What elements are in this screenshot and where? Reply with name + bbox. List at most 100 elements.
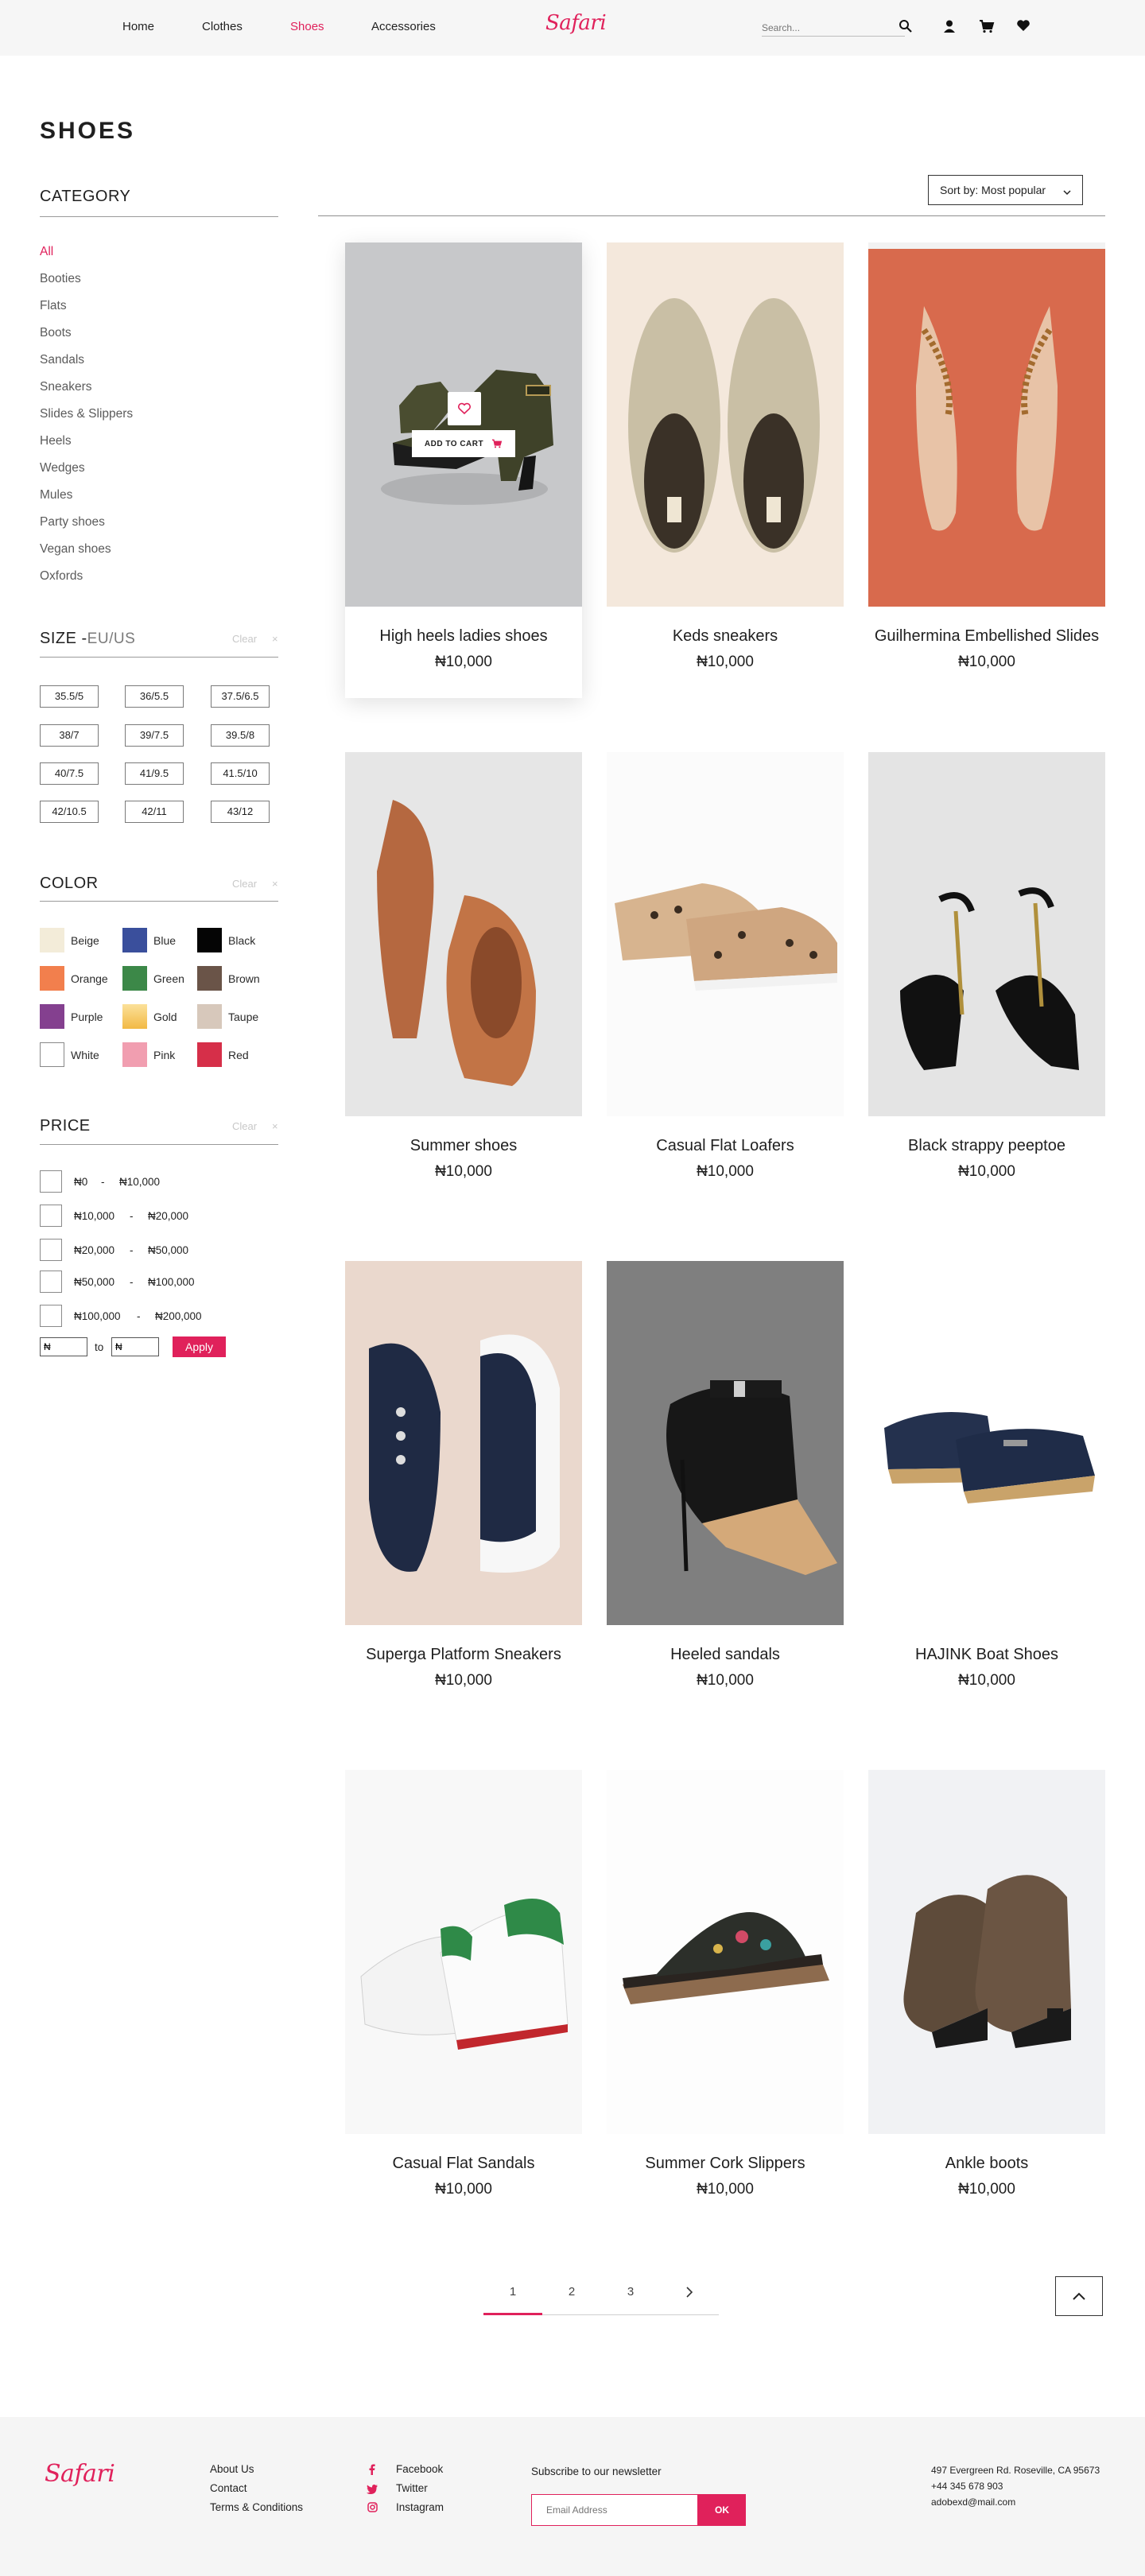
price-clear-button[interactable]: Clear	[232, 1120, 257, 1132]
sort-dropdown[interactable]: Sort by: Most popular	[928, 175, 1083, 205]
footer-link-terms[interactable]: Terms & Conditions	[210, 2501, 303, 2513]
product-card[interactable]: Keds sneakers ₦10,000	[607, 242, 844, 671]
footer-twitter-link[interactable]: Twitter	[396, 2482, 428, 2494]
footer-facebook-link[interactable]: Facebook	[396, 2463, 443, 2475]
product-image[interactable]	[607, 1770, 844, 2134]
price-range-checkbox[interactable]	[40, 1170, 62, 1193]
add-to-wishlist-button[interactable]	[448, 392, 481, 425]
product-name[interactable]: Summer Cork Slippers	[607, 2155, 844, 2173]
color-swatch-orange[interactable]	[40, 966, 64, 991]
size-option[interactable]: 41/9.5	[125, 762, 184, 785]
color-swatch-black[interactable]	[197, 928, 222, 952]
category-item-party-shoes[interactable]: Party shoes	[40, 509, 133, 536]
color-swatch-taupe[interactable]	[197, 1004, 222, 1029]
next-page-button[interactable]	[660, 2275, 719, 2315]
product-name[interactable]: Casual Flat Sandals	[345, 2155, 582, 2173]
product-name[interactable]: Heeled sandals	[607, 1646, 844, 1664]
size-option[interactable]: 39/7.5	[125, 724, 184, 747]
user-icon[interactable]	[942, 19, 958, 35]
product-name[interactable]: Black strappy peeptoe	[868, 1137, 1105, 1155]
size-clear-button[interactable]: Clear	[232, 633, 257, 645]
product-name[interactable]: Casual Flat Loafers	[607, 1137, 844, 1155]
size-close-icon[interactable]: ×	[272, 633, 278, 645]
cart-icon[interactable]	[979, 19, 995, 35]
color-swatch-white[interactable]	[40, 1042, 64, 1067]
footer-link-contact[interactable]: Contact	[210, 2482, 247, 2494]
product-card[interactable]: Summer Cork Slippers ₦10,000	[607, 1770, 844, 2198]
price-range-checkbox[interactable]	[40, 1271, 62, 1293]
color-swatch-brown[interactable]	[197, 966, 222, 991]
color-swatch-gold[interactable]	[122, 1004, 147, 1029]
product-card[interactable]: Guilhermina Embellished Slides ₦10,000	[868, 242, 1105, 671]
size-option[interactable]: 42/10.5	[40, 801, 99, 823]
price-range-checkbox[interactable]	[40, 1205, 62, 1227]
footer-instagram-link[interactable]: Instagram	[396, 2501, 444, 2513]
size-option[interactable]: 36/5.5	[125, 685, 184, 708]
footer-email[interactable]: adobexd@mail.com	[931, 2496, 1015, 2508]
size-option[interactable]: 39.5/8	[211, 724, 270, 747]
site-logo[interactable]: Safari	[545, 11, 607, 35]
size-option[interactable]: 40/7.5	[40, 762, 99, 785]
product-card[interactable]: Ankle boots ₦10,000	[868, 1770, 1105, 2198]
facebook-icon[interactable]	[368, 2464, 376, 2479]
product-image[interactable]	[607, 242, 844, 607]
product-image[interactable]	[607, 1261, 844, 1625]
product-name[interactable]: Guilhermina Embellished Slides	[868, 627, 1105, 646]
product-name[interactable]: Summer shoes	[345, 1137, 582, 1155]
page-3-button[interactable]: 3	[601, 2275, 660, 2315]
color-swatch-blue[interactable]	[122, 928, 147, 952]
size-option[interactable]: 37.5/6.5	[211, 685, 270, 708]
product-image[interactable]	[345, 1770, 582, 2134]
product-card[interactable]: ADD TO CART High heels ladies shoes ₦10,…	[345, 242, 582, 698]
add-to-cart-button[interactable]: ADD TO CART	[412, 430, 515, 457]
price-close-icon[interactable]: ×	[272, 1120, 278, 1132]
product-image[interactable]	[868, 1770, 1105, 2134]
category-item-vegan-shoes[interactable]: Vegan shoes	[40, 536, 133, 563]
price-min-input[interactable]	[40, 1337, 87, 1356]
product-image[interactable]	[868, 242, 1105, 607]
size-option[interactable]: 38/7	[40, 724, 99, 747]
nav-link-clothes[interactable]: Clothes	[202, 20, 243, 33]
product-name[interactable]: Keds sneakers	[607, 627, 844, 646]
product-image[interactable]: ADD TO CART	[345, 242, 582, 607]
color-close-icon[interactable]: ×	[272, 878, 278, 890]
price-apply-button[interactable]: Apply	[173, 1336, 226, 1357]
search-input[interactable]	[762, 22, 893, 33]
product-image[interactable]	[868, 1261, 1105, 1625]
category-item-sandals[interactable]: Sandals	[40, 347, 133, 374]
category-item-flats[interactable]: Flats	[40, 293, 133, 320]
product-image[interactable]	[345, 752, 582, 1116]
product-image[interactable]	[607, 752, 844, 1116]
price-range-checkbox[interactable]	[40, 1239, 62, 1261]
product-card[interactable]: Heeled sandals ₦10,000	[607, 1261, 844, 1690]
size-option[interactable]: 41.5/10	[211, 762, 270, 785]
search-icon[interactable]	[899, 19, 914, 35]
color-swatch-purple[interactable]	[40, 1004, 64, 1029]
color-swatch-red[interactable]	[197, 1042, 222, 1067]
category-item-all[interactable]: All	[40, 239, 133, 266]
size-option[interactable]: 35.5/5	[40, 685, 99, 708]
color-swatch-beige[interactable]	[40, 928, 64, 952]
price-max-input[interactable]	[111, 1337, 159, 1356]
size-option[interactable]: 43/12	[211, 801, 270, 823]
category-item-heels[interactable]: Heels	[40, 428, 133, 455]
product-card[interactable]: Superga Platform Sneakers ₦10,000	[345, 1261, 582, 1690]
product-card[interactable]: Casual Flat Loafers ₦10,000	[607, 752, 844, 1181]
color-swatch-green[interactable]	[122, 966, 147, 991]
nav-link-accessories[interactable]: Accessories	[371, 20, 436, 33]
category-item-oxfords[interactable]: Oxfords	[40, 563, 133, 590]
category-item-boots[interactable]: Boots	[40, 320, 133, 347]
product-name[interactable]: Ankle boots	[868, 2155, 1105, 2173]
category-item-slides[interactable]: Slides & Slippers	[40, 401, 133, 428]
color-swatch-pink[interactable]	[122, 1042, 147, 1067]
size-option[interactable]: 42/11	[125, 801, 184, 823]
wishlist-heart-icon[interactable]	[1016, 19, 1032, 35]
product-name[interactable]: Superga Platform Sneakers	[345, 1646, 582, 1664]
category-item-wedges[interactable]: Wedges	[40, 455, 133, 482]
page-2-button[interactable]: 2	[542, 2275, 601, 2315]
category-item-booties[interactable]: Booties	[40, 266, 133, 293]
footer-logo[interactable]: Safari	[45, 2460, 115, 2488]
page-1-button[interactable]: 1	[483, 2275, 542, 2315]
product-card[interactable]: Black strappy peeptoe ₦10,000	[868, 752, 1105, 1181]
product-name[interactable]: High heels ladies shoes	[345, 627, 582, 646]
